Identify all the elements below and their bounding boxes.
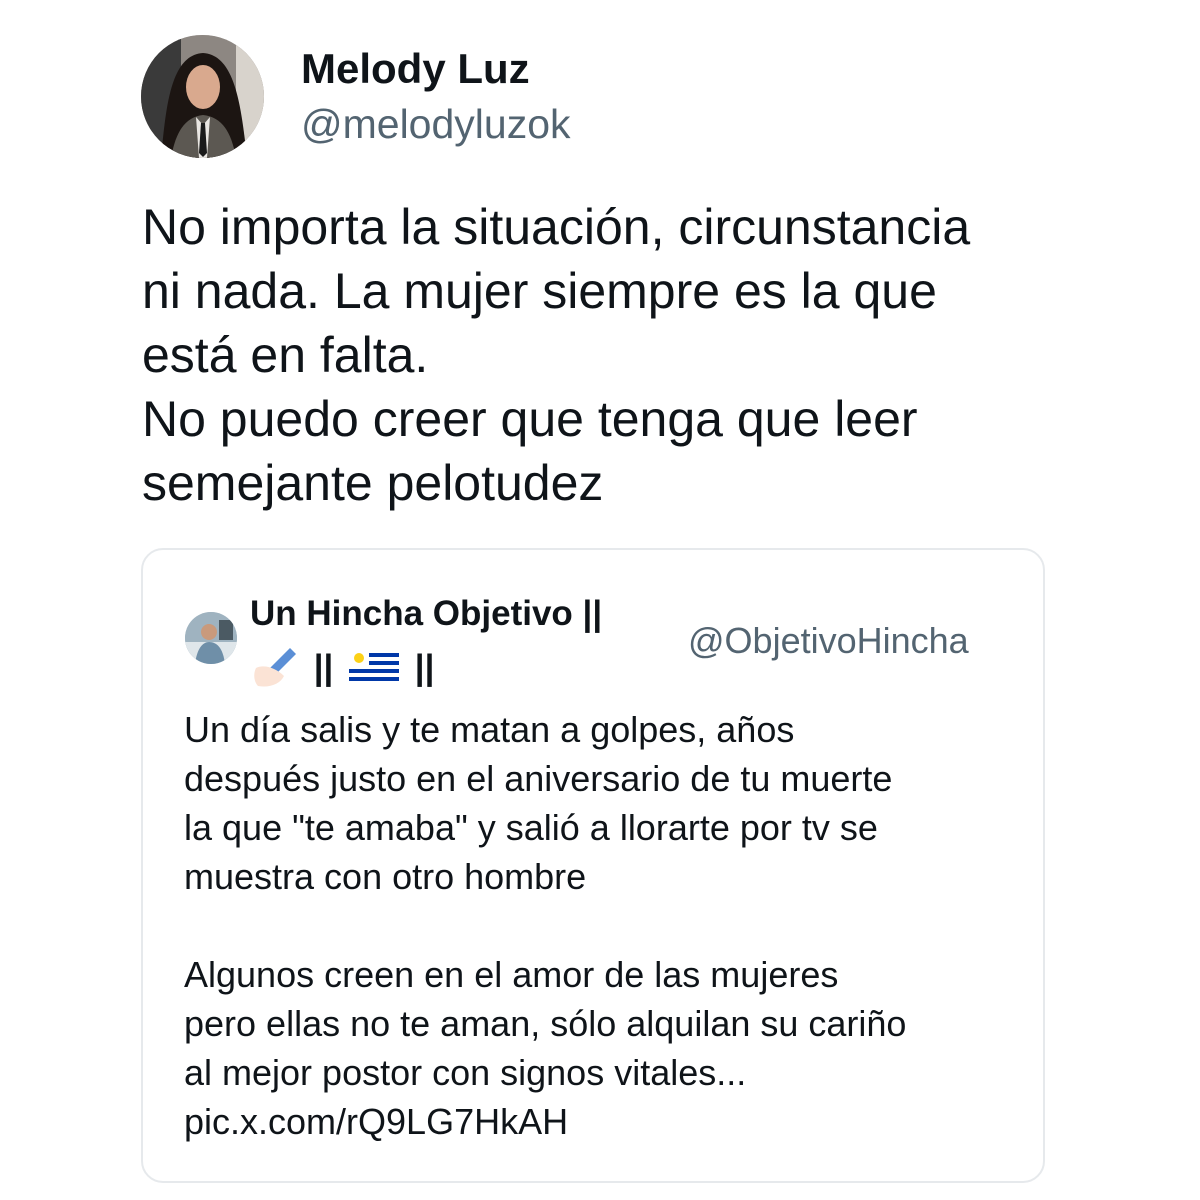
quoted-text-line: Un día salis y te matan a golpes, años (184, 709, 795, 750)
name-separator: || (414, 647, 435, 687)
tweet: Melody Luz @melodyluzok No importa la si… (0, 0, 1200, 1200)
quoted-media-link[interactable]: pic.x.com/rQ9LG7HkAH (184, 1097, 1024, 1146)
tweet-text-line: ni nada. La mujer siempre es la que (142, 263, 937, 319)
author-header: Melody Luz @melodyluzok (141, 35, 1041, 159)
quoted-author-name[interactable]: Un Hincha Objetivo || || || (250, 590, 670, 687)
tweet-text-line: No puedo creer que tenga que leer (142, 391, 918, 447)
quoted-tweet-text: Un día salis y te matan a golpes, años d… (184, 705, 1024, 1146)
quoted-text-line: después justo en el aniversario de tu mu… (184, 758, 893, 799)
quoted-tweet-card[interactable]: Un Hincha Objetivo || || || @ObjetivoHin… (141, 548, 1045, 1183)
quoted-author-avatar[interactable] (185, 612, 237, 664)
tweet-text-line: semejante pelotudez (142, 455, 604, 511)
profile-photo-icon (185, 612, 237, 664)
profile-photo-icon (141, 35, 264, 158)
quoted-author-name-emojis: || || (250, 642, 670, 687)
tweet-text-line: No importa la situación, circunstancia (142, 199, 971, 255)
quoted-text-line: al mejor postor con signos vitales... (184, 1052, 747, 1093)
uruguay-flag-emoji-icon (349, 648, 400, 687)
quoted-author-handle[interactable]: @ObjetivoHincha (688, 620, 969, 662)
tweet-text: No importa la situación, circunstancia n… (142, 195, 1102, 515)
author-name[interactable]: Melody Luz (301, 45, 530, 93)
writing-hand-emoji-icon (250, 646, 298, 690)
quoted-text-line: Algunos creen en el amor de las mujeres (184, 954, 839, 995)
name-separator: || (313, 647, 334, 687)
quoted-text-line: muestra con otro hombre (184, 856, 587, 897)
quoted-text-line: pero ellas no te aman, sólo alquilan su … (184, 1003, 907, 1044)
author-handle[interactable]: @melodyluzok (301, 101, 571, 148)
quoted-text-line: la que "te amaba" y salió a llorarte por… (184, 807, 878, 848)
author-avatar[interactable] (141, 35, 264, 158)
tweet-text-line: está en falta. (142, 327, 429, 383)
quoted-author-name-text: Un Hincha Objetivo || (250, 594, 603, 633)
